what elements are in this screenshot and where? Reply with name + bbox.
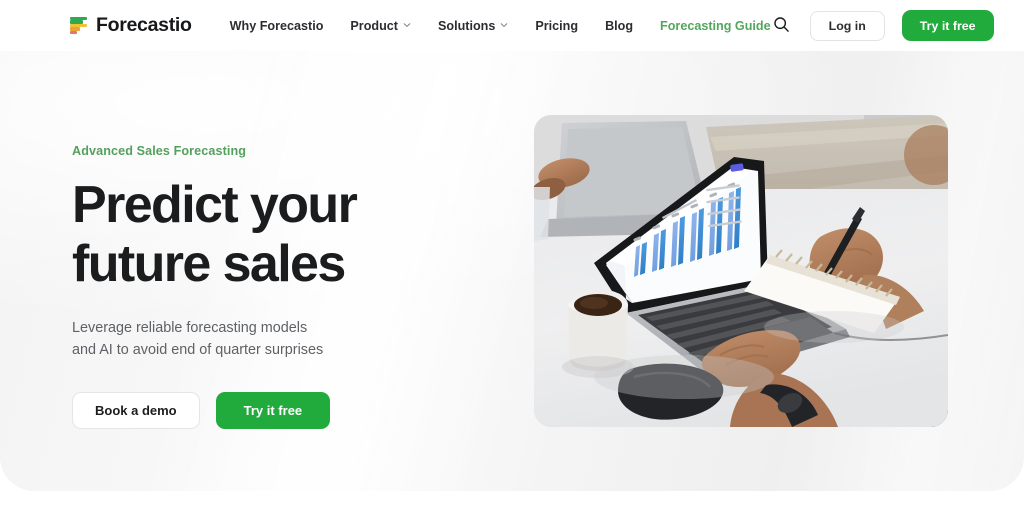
hero-image-scene <box>534 115 948 427</box>
primary-nav: Why Forecastio Product Solutions Pricing… <box>230 19 771 33</box>
nav-item-solutions[interactable]: Solutions <box>438 19 508 33</box>
search-button[interactable] <box>771 15 793 37</box>
page-root: Forecastio Why Forecastio Product Soluti… <box>0 0 1024 515</box>
try-it-free-button-hero[interactable]: Try it free <box>215 391 331 429</box>
hero-subheading: Leverage reliable forecasting models and… <box>72 318 492 362</box>
nav-label: Pricing <box>535 18 579 33</box>
hero-copy: Advanced Sales Forecasting Predict your … <box>72 144 492 429</box>
brand-name: Forecastio <box>96 14 192 36</box>
subhead-line-1: Leverage reliable forecasting models <box>72 320 308 336</box>
brand-logo-link[interactable]: Forecastio <box>70 14 192 37</box>
hero-inner: Advanced Sales Forecasting Predict your … <box>0 51 1024 491</box>
page-title: Predict your future sales <box>72 179 492 290</box>
nav-item-forecasting-guide[interactable]: Forecasting Guide <box>660 19 771 33</box>
nav-label: Solutions <box>437 18 496 33</box>
chevron-down-icon <box>500 21 508 29</box>
nav-label: Product <box>350 18 398 33</box>
site-header: Forecastio Why Forecastio Product Soluti… <box>0 0 1024 51</box>
nav-item-blog[interactable]: Blog <box>605 19 633 33</box>
nav-label: Why Forecastio <box>229 18 324 33</box>
nav-item-product[interactable]: Product <box>350 19 411 33</box>
hero-image <box>534 115 948 427</box>
hero-eyebrow: Advanced Sales Forecasting <box>72 144 247 158</box>
chevron-down-icon <box>403 21 411 29</box>
nav-label: Blog <box>605 18 634 33</box>
hero-section: Advanced Sales Forecasting Predict your … <box>0 51 1024 491</box>
subhead-line-2: and AI to avoid end of quarter surprises <box>72 341 324 358</box>
headline-line-2: future sales <box>72 235 346 293</box>
search-icon <box>773 16 790 36</box>
nav-label: Forecasting Guide <box>660 18 771 33</box>
try-it-free-button-header[interactable]: Try it free <box>901 10 994 41</box>
login-button[interactable]: Log in <box>809 10 885 41</box>
book-a-demo-button[interactable]: Book a demo <box>72 391 200 429</box>
headline-line-1: Predict your <box>72 176 358 234</box>
nav-item-why-forecastio[interactable]: Why Forecastio <box>230 19 324 33</box>
hero-cta-row: Book a demo Try it free <box>72 391 492 429</box>
nav-item-pricing[interactable]: Pricing <box>535 19 578 33</box>
bar-chart-logo-icon <box>70 16 87 35</box>
header-actions: Log in Try it free <box>771 10 994 41</box>
